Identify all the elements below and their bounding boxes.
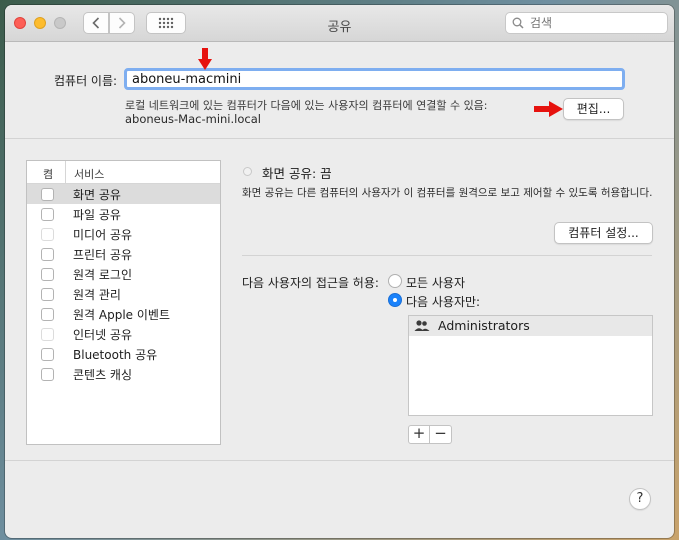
service-checkbox[interactable] [41,208,54,221]
service-label: 화면 공유 [73,188,121,202]
computer-name-label: 컴퓨터 이름: [54,74,118,88]
only-these-users-label: 다음 사용자만: [406,295,481,309]
list-item[interactable]: 인터넷 공유 [27,324,220,344]
sharing-preferences-window: 공유 컴퓨터 이름: 로컬 네트워크에 있는 컴퓨터가 다음에 있는 사용자의 … [5,5,674,538]
computer-name-field[interactable] [124,68,625,90]
service-checkbox[interactable] [41,268,54,281]
annotation-arrow-right-icon [534,101,563,117]
service-checkbox[interactable] [41,348,54,361]
list-item[interactable]: 콘텐츠 캐싱 [27,364,220,384]
list-item[interactable]: 원격 로그인 [27,264,220,284]
list-item[interactable]: 파일 공유 [27,204,220,224]
all-users-label: 모든 사용자 [406,276,466,290]
search-input[interactable] [528,15,658,31]
service-label: Bluetooth 공유 [73,348,158,362]
service-label: 파일 공유 [73,208,121,222]
add-user-button[interactable]: + [408,425,430,444]
column-divider [65,161,66,183]
section-divider [242,255,652,256]
service-checkbox[interactable] [41,288,54,301]
search-icon [512,17,524,29]
service-checkbox[interactable] [41,328,54,341]
service-label: 원격 Apple 이벤트 [73,308,170,322]
service-checkbox[interactable] [41,368,54,381]
screen-sharing-description: 화면 공유는 다른 컴퓨터의 사용자가 이 컴퓨터를 원격으로 보고 제어할 수… [242,187,653,199]
list-item[interactable]: 화면 공유 [27,184,220,204]
only-these-users-radio[interactable] [388,293,402,307]
service-label: 콘텐츠 캐싱 [73,368,133,382]
service-label: 프린터 공유 [73,248,133,262]
list-item[interactable]: 미디어 공유 [27,224,220,244]
bottom-divider [5,460,674,461]
service-label: 인터넷 공유 [73,328,133,342]
services-list: 켬 서비스 화면 공유파일 공유미디어 공유프린터 공유원격 로그인원격 관리원… [26,160,221,445]
services-rows: 화면 공유파일 공유미디어 공유프린터 공유원격 로그인원격 관리원격 Appl… [27,184,220,384]
service-label: 원격 관리 [73,288,121,302]
search-field[interactable] [505,12,668,34]
list-item[interactable]: 원격 관리 [27,284,220,304]
list-item[interactable]: 원격 Apple 이벤트 [27,304,220,324]
access-label: 다음 사용자의 접근을 허용: [242,276,379,290]
local-hostname: aboneus-Mac-mini.local [125,112,261,126]
on-column-header: 켬 [43,168,54,181]
remove-user-button[interactable]: − [430,425,452,444]
list-item[interactable]: 프린터 공유 [27,244,220,264]
computer-settings-button[interactable]: 컴퓨터 설정... [554,222,653,244]
service-checkbox[interactable] [41,188,54,201]
title-bar: 공유 [5,5,674,42]
all-users-radio[interactable] [388,274,402,288]
user-name: Administrators [438,318,530,333]
help-button[interactable]: ? [629,488,651,510]
list-item[interactable]: Administrators [409,316,652,336]
allowed-users-list: Administrators [408,315,653,416]
service-checkbox[interactable] [41,308,54,321]
annotation-arrow-down-icon [198,48,212,70]
service-checkbox[interactable] [41,228,54,241]
computer-name-description: 로컬 네트워크에 있는 컴퓨터가 다음에 있는 사용자의 컴퓨터에 연결할 수 … [125,99,488,112]
list-item[interactable]: Bluetooth 공유 [27,344,220,364]
service-checkbox[interactable] [41,248,54,261]
service-column-header: 서비스 [74,168,105,181]
user-group-icon [414,320,430,331]
status-indicator-icon [243,167,252,176]
screen-sharing-status: 화면 공유: 끔 [262,166,332,181]
edit-button[interactable]: 편집... [563,98,624,120]
services-list-header: 켬 서비스 [27,161,220,184]
service-label: 원격 로그인 [73,268,133,282]
computer-name-section [5,43,674,139]
service-label: 미디어 공유 [73,228,133,242]
